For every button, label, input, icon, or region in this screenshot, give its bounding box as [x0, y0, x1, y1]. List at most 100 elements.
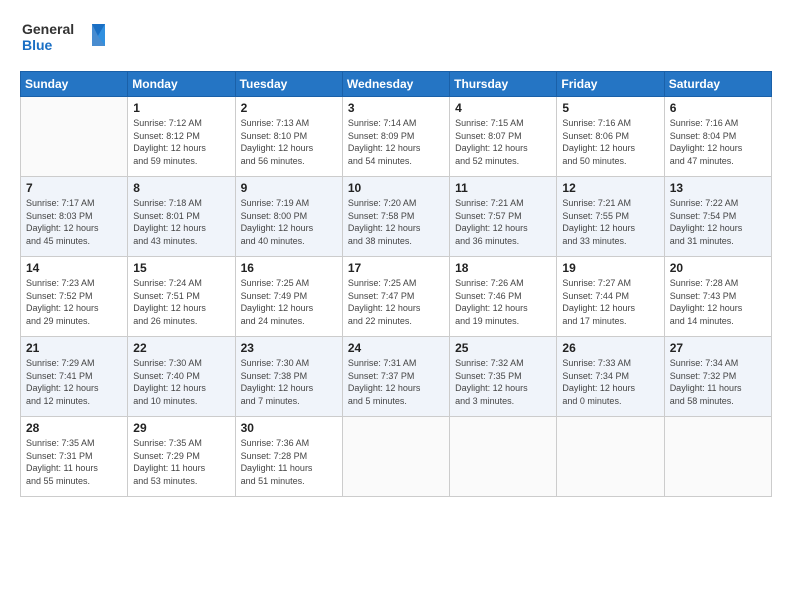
day-info: Sunrise: 7:31 AM Sunset: 7:37 PM Dayligh… [348, 357, 444, 407]
day-info: Sunrise: 7:34 AM Sunset: 7:32 PM Dayligh… [670, 357, 766, 407]
day-info: Sunrise: 7:28 AM Sunset: 7:43 PM Dayligh… [670, 277, 766, 327]
day-cell: 28Sunrise: 7:35 AM Sunset: 7:31 PM Dayli… [21, 417, 128, 497]
day-number: 1 [133, 101, 229, 115]
day-info: Sunrise: 7:35 AM Sunset: 7:29 PM Dayligh… [133, 437, 229, 487]
day-info: Sunrise: 7:30 AM Sunset: 7:38 PM Dayligh… [241, 357, 337, 407]
weekday-friday: Friday [557, 72, 664, 97]
day-cell: 7 Sunrise: 7:17 AM Sunset: 8:03 PM Daylig… [21, 177, 128, 257]
day-info: Sunrise: 7:21 AM Sunset: 7:57 PM Dayligh… [455, 197, 551, 247]
day-cell: 12 Sunrise: 7:21 AM Sunset: 7:55 PM Dayli… [557, 177, 664, 257]
day-info: Sunrise: 7:27 AM Sunset: 7:44 PM Dayligh… [562, 277, 658, 327]
day-info: Sunrise: 7:30 AM Sunset: 7:40 PM Dayligh… [133, 357, 229, 407]
logo-icon: General Blue [20, 16, 110, 56]
day-number: 9 [241, 181, 337, 195]
day-number: 20 [670, 261, 766, 275]
day-cell: 24 Sunrise: 7:31 AM Sunset: 7:37 PM Dayli… [342, 337, 449, 417]
logo: General Blue [20, 16, 110, 61]
weekday-header-row: SundayMondayTuesdayWednesdayThursdayFrid… [21, 72, 772, 97]
weekday-thursday: Thursday [450, 72, 557, 97]
weekday-saturday: Saturday [664, 72, 771, 97]
day-info: Sunrise: 7:22 AM Sunset: 7:54 PM Dayligh… [670, 197, 766, 247]
day-number: 15 [133, 261, 229, 275]
day-info: Sunrise: 7:24 AM Sunset: 7:51 PM Dayligh… [133, 277, 229, 327]
day-cell: 30 Sunrise: 7:36 AM Sunset: 7:28 PM Dayli… [235, 417, 342, 497]
day-number: 18 [455, 261, 551, 275]
week-row-2: 7 Sunrise: 7:17 AM Sunset: 8:03 PM Daylig… [21, 177, 772, 257]
day-number: 21 [26, 341, 122, 355]
day-info: Sunrise: 7:25 AM Sunset: 7:49 PM Dayligh… [241, 277, 337, 327]
day-info: Sunrise: 7:36 AM Sunset: 7:28 PM Dayligh… [241, 437, 337, 487]
day-cell: 10 Sunrise: 7:20 AM Sunset: 7:58 PM Dayli… [342, 177, 449, 257]
day-number: 23 [241, 341, 337, 355]
day-number: 29 [133, 421, 229, 435]
day-cell [664, 417, 771, 497]
day-cell: 18Sunrise: 7:26 AM Sunset: 7:46 PM Dayli… [450, 257, 557, 337]
day-cell: 25 Sunrise: 7:32 AM Sunset: 7:35 PM Dayli… [450, 337, 557, 417]
weekday-monday: Monday [128, 72, 235, 97]
day-number: 27 [670, 341, 766, 355]
day-info: Sunrise: 7:17 AM Sunset: 8:03 PM Dayligh… [26, 197, 122, 247]
day-number: 5 [562, 101, 658, 115]
day-number: 10 [348, 181, 444, 195]
day-number: 22 [133, 341, 229, 355]
day-info: Sunrise: 7:21 AM Sunset: 7:55 PM Dayligh… [562, 197, 658, 247]
day-info: Sunrise: 7:25 AM Sunset: 7:47 PM Dayligh… [348, 277, 444, 327]
day-cell [21, 97, 128, 177]
week-row-1: 1 Sunrise: 7:12 AM Sunset: 8:12 PM Daylig… [21, 97, 772, 177]
day-cell: 11Sunrise: 7:21 AM Sunset: 7:57 PM Dayli… [450, 177, 557, 257]
day-cell: 15 Sunrise: 7:24 AM Sunset: 7:51 PM Dayli… [128, 257, 235, 337]
day-info: Sunrise: 7:29 AM Sunset: 7:41 PM Dayligh… [26, 357, 122, 407]
week-row-5: 28Sunrise: 7:35 AM Sunset: 7:31 PM Dayli… [21, 417, 772, 497]
day-info: Sunrise: 7:16 AM Sunset: 8:04 PM Dayligh… [670, 117, 766, 167]
day-cell: 22 Sunrise: 7:30 AM Sunset: 7:40 PM Dayli… [128, 337, 235, 417]
week-row-3: 14Sunrise: 7:23 AM Sunset: 7:52 PM Dayli… [21, 257, 772, 337]
day-cell: 13 Sunrise: 7:22 AM Sunset: 7:54 PM Dayli… [664, 177, 771, 257]
day-info: Sunrise: 7:19 AM Sunset: 8:00 PM Dayligh… [241, 197, 337, 247]
day-info: Sunrise: 7:18 AM Sunset: 8:01 PM Dayligh… [133, 197, 229, 247]
calendar-table: SundayMondayTuesdayWednesdayThursdayFrid… [20, 71, 772, 497]
svg-text:General: General [22, 21, 74, 37]
day-cell: 16 Sunrise: 7:25 AM Sunset: 7:49 PM Dayli… [235, 257, 342, 337]
day-cell: 14Sunrise: 7:23 AM Sunset: 7:52 PM Dayli… [21, 257, 128, 337]
day-number: 19 [562, 261, 658, 275]
day-number: 30 [241, 421, 337, 435]
day-cell: 19 Sunrise: 7:27 AM Sunset: 7:44 PM Dayli… [557, 257, 664, 337]
day-cell [557, 417, 664, 497]
day-cell: 2 Sunrise: 7:13 AM Sunset: 8:10 PM Daylig… [235, 97, 342, 177]
day-info: Sunrise: 7:13 AM Sunset: 8:10 PM Dayligh… [241, 117, 337, 167]
svg-text:Blue: Blue [22, 37, 53, 53]
day-number: 25 [455, 341, 551, 355]
day-number: 7 [26, 181, 122, 195]
day-number: 13 [670, 181, 766, 195]
day-info: Sunrise: 7:35 AM Sunset: 7:31 PM Dayligh… [26, 437, 122, 487]
day-cell: 26 Sunrise: 7:33 AM Sunset: 7:34 PM Dayli… [557, 337, 664, 417]
day-info: Sunrise: 7:16 AM Sunset: 8:06 PM Dayligh… [562, 117, 658, 167]
day-cell: 4Sunrise: 7:15 AM Sunset: 8:07 PM Daylig… [450, 97, 557, 177]
day-number: 17 [348, 261, 444, 275]
day-number: 12 [562, 181, 658, 195]
day-cell: 9 Sunrise: 7:19 AM Sunset: 8:00 PM Daylig… [235, 177, 342, 257]
day-number: 6 [670, 101, 766, 115]
day-cell: 17 Sunrise: 7:25 AM Sunset: 7:47 PM Dayli… [342, 257, 449, 337]
day-number: 8 [133, 181, 229, 195]
day-cell: 3 Sunrise: 7:14 AM Sunset: 8:09 PM Daylig… [342, 97, 449, 177]
day-number: 16 [241, 261, 337, 275]
day-number: 2 [241, 101, 337, 115]
day-number: 26 [562, 341, 658, 355]
day-cell: 23 Sunrise: 7:30 AM Sunset: 7:38 PM Dayli… [235, 337, 342, 417]
day-number: 24 [348, 341, 444, 355]
weekday-sunday: Sunday [21, 72, 128, 97]
day-cell [450, 417, 557, 497]
weekday-wednesday: Wednesday [342, 72, 449, 97]
week-row-4: 21 Sunrise: 7:29 AM Sunset: 7:41 PM Dayli… [21, 337, 772, 417]
day-info: Sunrise: 7:33 AM Sunset: 7:34 PM Dayligh… [562, 357, 658, 407]
day-info: Sunrise: 7:14 AM Sunset: 8:09 PM Dayligh… [348, 117, 444, 167]
day-cell: 1 Sunrise: 7:12 AM Sunset: 8:12 PM Daylig… [128, 97, 235, 177]
day-cell: 27 Sunrise: 7:34 AM Sunset: 7:32 PM Dayli… [664, 337, 771, 417]
day-cell: 8 Sunrise: 7:18 AM Sunset: 8:01 PM Daylig… [128, 177, 235, 257]
day-info: Sunrise: 7:32 AM Sunset: 7:35 PM Dayligh… [455, 357, 551, 407]
day-number: 3 [348, 101, 444, 115]
day-info: Sunrise: 7:20 AM Sunset: 7:58 PM Dayligh… [348, 197, 444, 247]
header: General Blue [20, 16, 772, 61]
day-info: Sunrise: 7:12 AM Sunset: 8:12 PM Dayligh… [133, 117, 229, 167]
